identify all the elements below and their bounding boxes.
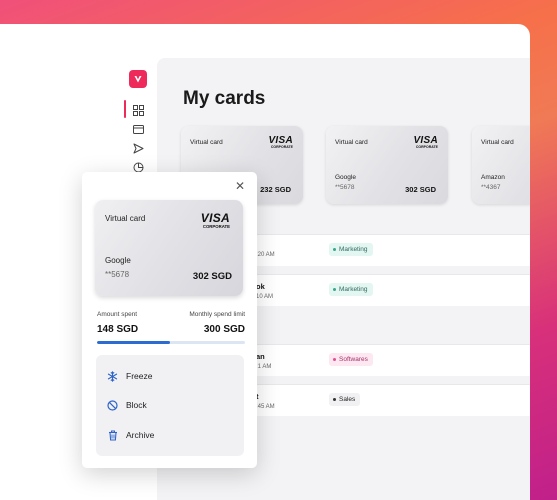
tag-dot	[333, 398, 336, 401]
card-name: Google	[335, 174, 356, 181]
amount-spent-value: 148 SGD	[97, 324, 139, 335]
page-title: My cards	[183, 88, 266, 109]
transaction-time: :20 AM	[256, 252, 275, 258]
app-window: My cards Virtual card VISA CORPORATE 232…	[0, 24, 530, 500]
close-icon[interactable]: ✕	[235, 179, 245, 193]
visa-logo: VISA CORPORATE	[200, 211, 230, 229]
card-item[interactable]: Virtual card VISA CORPORATE Google **567…	[326, 126, 448, 204]
transaction-title: an	[256, 352, 265, 361]
card-details-popup: ✕ Virtual card VISA CORPORATE Google **5…	[82, 172, 257, 468]
card-name: Google	[105, 256, 131, 265]
logo-icon	[134, 76, 142, 83]
block-icon	[107, 399, 118, 411]
card-type: Virtual card	[481, 139, 514, 146]
card-type: Virtual card	[190, 139, 223, 146]
category-tag: Softwares	[329, 353, 373, 366]
dashboard-icon[interactable]	[132, 104, 144, 116]
card-item[interactable]: Virtual card Amazon **4367	[472, 126, 530, 204]
transaction-time: :45 AM	[256, 404, 275, 410]
spend-progress-bar	[97, 341, 245, 344]
spend-limit-value: 300 SGD	[203, 324, 245, 335]
spend-progress-fill	[97, 341, 170, 344]
card-amount: 302 SGD	[405, 185, 436, 194]
category-tag: Sales	[329, 393, 361, 406]
card-amount: 302 SGD	[192, 271, 232, 282]
send-icon[interactable]	[132, 142, 144, 154]
logo[interactable]	[129, 70, 147, 88]
trash-icon	[107, 430, 118, 441]
card-actions: Freeze Block Archive	[96, 355, 244, 456]
visa-logo: VISA CORPORATE	[268, 135, 293, 150]
card-amount: 232 SGD	[260, 185, 291, 194]
category-tag: Marketing	[329, 243, 373, 256]
freeze-button[interactable]: Freeze	[107, 369, 152, 383]
category-tag: Marketing	[329, 283, 373, 296]
card-name: Amazon	[481, 174, 505, 181]
tag-dot	[333, 248, 336, 251]
visa-logo: VISA CORPORATE	[413, 135, 438, 150]
block-label: Block	[126, 400, 147, 410]
transaction-time: :1 AM	[256, 364, 272, 370]
block-button[interactable]: Block	[107, 398, 147, 412]
nav-active-indicator	[124, 100, 126, 118]
selected-card: Virtual card VISA CORPORATE Google **567…	[95, 200, 243, 296]
transaction-time: 10 AM	[256, 294, 274, 300]
card-icon[interactable]	[132, 123, 144, 135]
card-type: Virtual card	[335, 139, 368, 146]
transaction-title: ok	[256, 282, 265, 291]
snowflake-icon	[107, 370, 118, 382]
archive-label: Archive	[126, 430, 155, 440]
amount-spent-label: Amount spent	[97, 311, 138, 318]
tag-dot	[333, 288, 336, 291]
archive-button[interactable]: Archive	[107, 428, 154, 442]
card-number: **5678	[105, 270, 130, 279]
tag-dot	[333, 358, 336, 361]
spend-limit-label: Monthly spend limit	[189, 311, 245, 318]
card-number: **4367	[481, 184, 501, 191]
freeze-label: Freeze	[126, 371, 153, 381]
card-type: Virtual card	[105, 214, 146, 223]
card-number: **5678	[335, 184, 355, 191]
